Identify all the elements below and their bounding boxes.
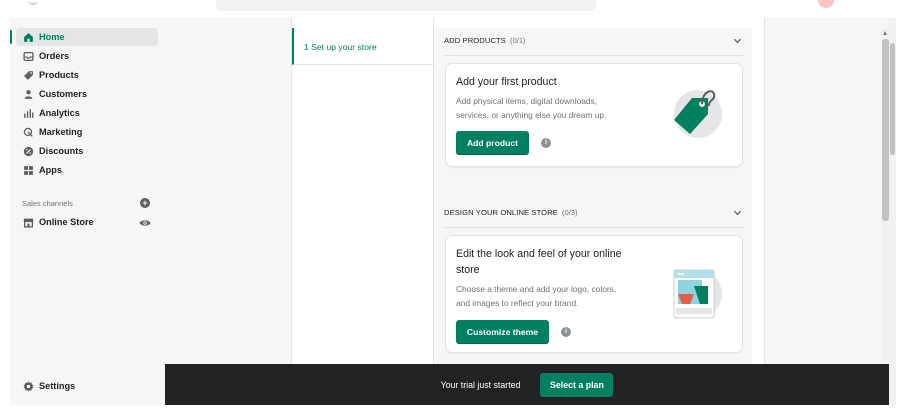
sidebar-item-orders[interactable]: Orders <box>16 47 158 65</box>
sidebar-item-label: Online Store <box>39 217 94 227</box>
card-title-line: Edit the look and feel of your online <box>456 248 622 260</box>
store-icon <box>22 216 34 228</box>
apps-icon <box>22 164 34 176</box>
card-description-line: and images to reflect your brand. <box>456 298 579 308</box>
step-list: 1 Set up your store <box>292 18 434 364</box>
add-product-card: Add your first product Add physical item… <box>446 64 742 166</box>
info-icon[interactable]: i <box>561 327 571 337</box>
scroll-thumb[interactable] <box>882 39 889 221</box>
card-description-line: Choose a theme and add your logo, colors… <box>456 284 617 294</box>
person-icon <box>22 88 34 100</box>
select-plan-button[interactable]: Select a plan <box>540 372 614 397</box>
card-description-line: Add physical items, digital downloads, <box>456 96 598 106</box>
info-icon[interactable]: i <box>541 138 551 148</box>
add-product-button[interactable]: Add product <box>456 131 529 155</box>
orders-icon <box>22 50 34 62</box>
theme-illustration <box>673 269 722 319</box>
trial-bar: Your trial just started Select a plan <box>165 364 889 405</box>
trial-message: Your trial just started <box>440 379 521 390</box>
sidebar-item-label: Discounts <box>39 146 84 156</box>
chevron-down-icon[interactable] <box>733 208 742 217</box>
sidebar-item-label: Analytics <box>39 108 80 118</box>
section-title: ADD PRODUCTS <box>444 35 506 45</box>
sidebar-item-home[interactable]: Home <box>16 28 158 46</box>
search-bar[interactable] <box>216 0 596 11</box>
sales-channels-heading: Sales channels <box>22 199 73 208</box>
sidebar-item-label: Products <box>39 70 79 80</box>
sidebar-item-customers[interactable]: Customers <box>16 85 158 103</box>
section-header-add-products[interactable]: ADD PRODUCTS (0/1) <box>444 30 744 50</box>
add-channel-icon[interactable]: + <box>140 198 150 208</box>
scroll-up-arrow-icon[interactable] <box>883 31 887 35</box>
avatar[interactable] <box>818 0 834 8</box>
section-count: (0/3) <box>561 207 578 217</box>
sidebar-item-analytics[interactable]: Analytics <box>16 104 158 122</box>
sidebar-item-apps[interactable]: Apps <box>16 161 158 179</box>
page-scrollbar[interactable] <box>889 18 896 405</box>
sidebar: Home Orders Products Customers Analytics… <box>10 18 165 405</box>
sidebar-item-online-store[interactable]: Online Store <box>16 213 158 231</box>
step-set-up-store[interactable]: 1 Set up your store <box>292 28 433 65</box>
main-area: 1 Set up your store ADD PRODUCTS (0/1) A… <box>165 18 890 364</box>
divider <box>444 55 744 56</box>
sidebar-item-marketing[interactable]: Marketing <box>16 123 158 141</box>
sidebar-item-label: Marketing <box>39 127 83 137</box>
discount-icon <box>22 145 34 157</box>
section-title: DESIGN YOUR ONLINE STORE <box>444 207 558 217</box>
eye-icon[interactable] <box>139 219 151 227</box>
setup-guide-panel: 1 Set up your store ADD PRODUCTS (0/1) A… <box>291 18 890 364</box>
section-count: (0/1) <box>509 35 526 45</box>
sidebar-item-label: Customers <box>39 89 87 99</box>
top-bar <box>0 0 904 18</box>
card-description-line: services, or anything else you dream up. <box>456 110 607 120</box>
sidebar-item-settings[interactable]: Settings <box>16 380 75 392</box>
section-header-design-store[interactable]: DESIGN YOUR ONLINE STORE (0/3) <box>444 202 744 222</box>
divider <box>444 227 744 228</box>
marketing-icon <box>22 126 34 138</box>
bar-chart-icon <box>22 107 34 119</box>
home-icon <box>22 31 34 43</box>
settings-label: Settings <box>39 381 76 391</box>
chevron-down-icon[interactable] <box>733 36 742 45</box>
logo <box>28 0 38 5</box>
sidebar-item-label: Home <box>39 32 65 42</box>
card-title: Add your first product <box>456 76 557 88</box>
product-tag-illustration <box>674 90 722 138</box>
sidebar-item-discounts[interactable]: Discounts <box>16 142 158 160</box>
page-scroll-thumb[interactable] <box>890 43 895 155</box>
sidebar-item-label: Orders <box>39 51 70 61</box>
card-title-line: store <box>456 264 480 276</box>
sidebar-item-products[interactable]: Products <box>16 66 158 84</box>
setup-content: ADD PRODUCTS (0/1) Add your first produc… <box>434 28 752 364</box>
gear-icon <box>22 380 34 392</box>
active-indicator <box>10 30 12 44</box>
customize-theme-button[interactable]: Customize theme <box>456 320 549 344</box>
customize-theme-card: Edit the look and feel of your online st… <box>446 236 742 352</box>
sidebar-item-label: Apps <box>39 165 62 175</box>
tag-icon <box>22 69 34 81</box>
